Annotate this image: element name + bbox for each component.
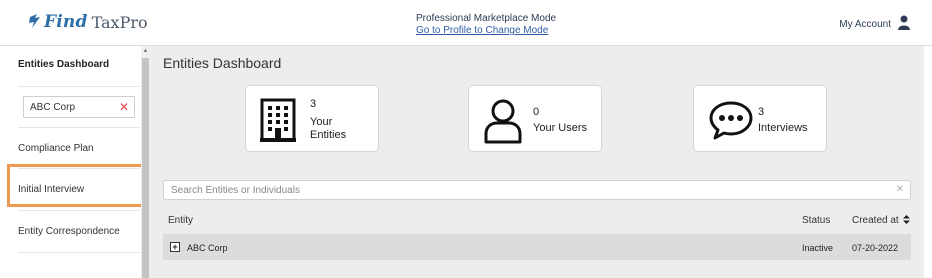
scrollbar-thumb[interactable] — [142, 58, 149, 278]
search-placeholder: Search Entities or Individuals — [171, 185, 300, 196]
table-row[interactable]: + ABC Corp Inactive 07-20-2022 — [163, 234, 911, 260]
top-header: Find TaxPro Professional Marketplace Mod… — [0, 0, 932, 46]
column-header-status[interactable]: Status — [802, 215, 830, 226]
building-icon — [260, 98, 296, 147]
sidebar — [0, 46, 150, 278]
interviews-count-card[interactable]: 3 Interviews — [693, 85, 827, 152]
user-outline-icon — [483, 98, 523, 149]
row-created-date: 07-20-2022 — [852, 243, 899, 253]
sidebar-item-entity-correspondence[interactable]: Entity Correspondence — [18, 226, 140, 237]
divider — [18, 210, 140, 211]
entity-filter-value: ABC Corp — [30, 102, 76, 113]
logo-find-text: Find — [44, 12, 88, 32]
row-status: Inactive — [802, 243, 834, 253]
divider — [18, 252, 140, 253]
mode-text: Professional Marketplace Mode — [416, 13, 557, 24]
user-icon — [898, 15, 910, 33]
interviews-label: Interviews — [758, 122, 808, 134]
logo-taxpro-text: TaxPro — [91, 12, 148, 32]
row-entity-name: ABC Corp — [187, 243, 228, 253]
users-label: Your Users — [533, 122, 588, 134]
entities-label-line1: Your — [310, 116, 333, 128]
logo-mark-icon — [28, 13, 42, 31]
sidebar-title[interactable]: Entities Dashboard — [18, 59, 140, 70]
highlight-box — [7, 164, 155, 207]
expand-row-icon[interactable]: + — [170, 242, 180, 252]
entities-count: 3 — [310, 98, 317, 110]
entities-label-line2: Entities — [310, 129, 347, 141]
main-content: Entities Dashboard 3 Your Entities 0 You… — [150, 46, 924, 278]
entity-filter-field[interactable]: ABC Corp ✕ — [23, 96, 135, 118]
users-count: 0 — [533, 106, 540, 118]
sort-icon[interactable] — [901, 215, 911, 226]
clear-search-icon[interactable]: ✕ — [896, 184, 904, 195]
findtaxpro-logo[interactable]: Find TaxPro — [28, 12, 148, 32]
chat-bubble-icon — [708, 100, 754, 145]
interviews-count: 3 — [758, 106, 765, 118]
entities-count-card[interactable]: 3 Your Entities — [245, 85, 379, 152]
divider — [18, 86, 140, 87]
my-account-button[interactable]: My Account — [839, 15, 910, 33]
scroll-up-arrow-icon[interactable]: ▲ — [142, 47, 149, 55]
sidebar-item-compliance-plan[interactable]: Compliance Plan — [18, 143, 140, 154]
change-mode-link[interactable]: Go to Profile to Change Mode — [416, 25, 556, 37]
entity-search-input[interactable]: Search Entities or Individuals ✕ — [163, 180, 911, 200]
page-title: Entities Dashboard — [163, 55, 282, 71]
right-gutter — [924, 46, 932, 278]
divider — [18, 127, 140, 128]
users-count-card[interactable]: 0 Your Users — [468, 85, 602, 152]
my-account-label: My Account — [839, 18, 891, 30]
column-header-created[interactable]: Created at — [852, 215, 911, 226]
column-header-entity[interactable]: Entity — [168, 215, 193, 226]
mode-indicator: Professional Marketplace Mode Go to Prof… — [416, 13, 556, 37]
created-header-label: Created at — [852, 215, 899, 226]
clear-filter-icon[interactable]: ✕ — [119, 101, 129, 113]
